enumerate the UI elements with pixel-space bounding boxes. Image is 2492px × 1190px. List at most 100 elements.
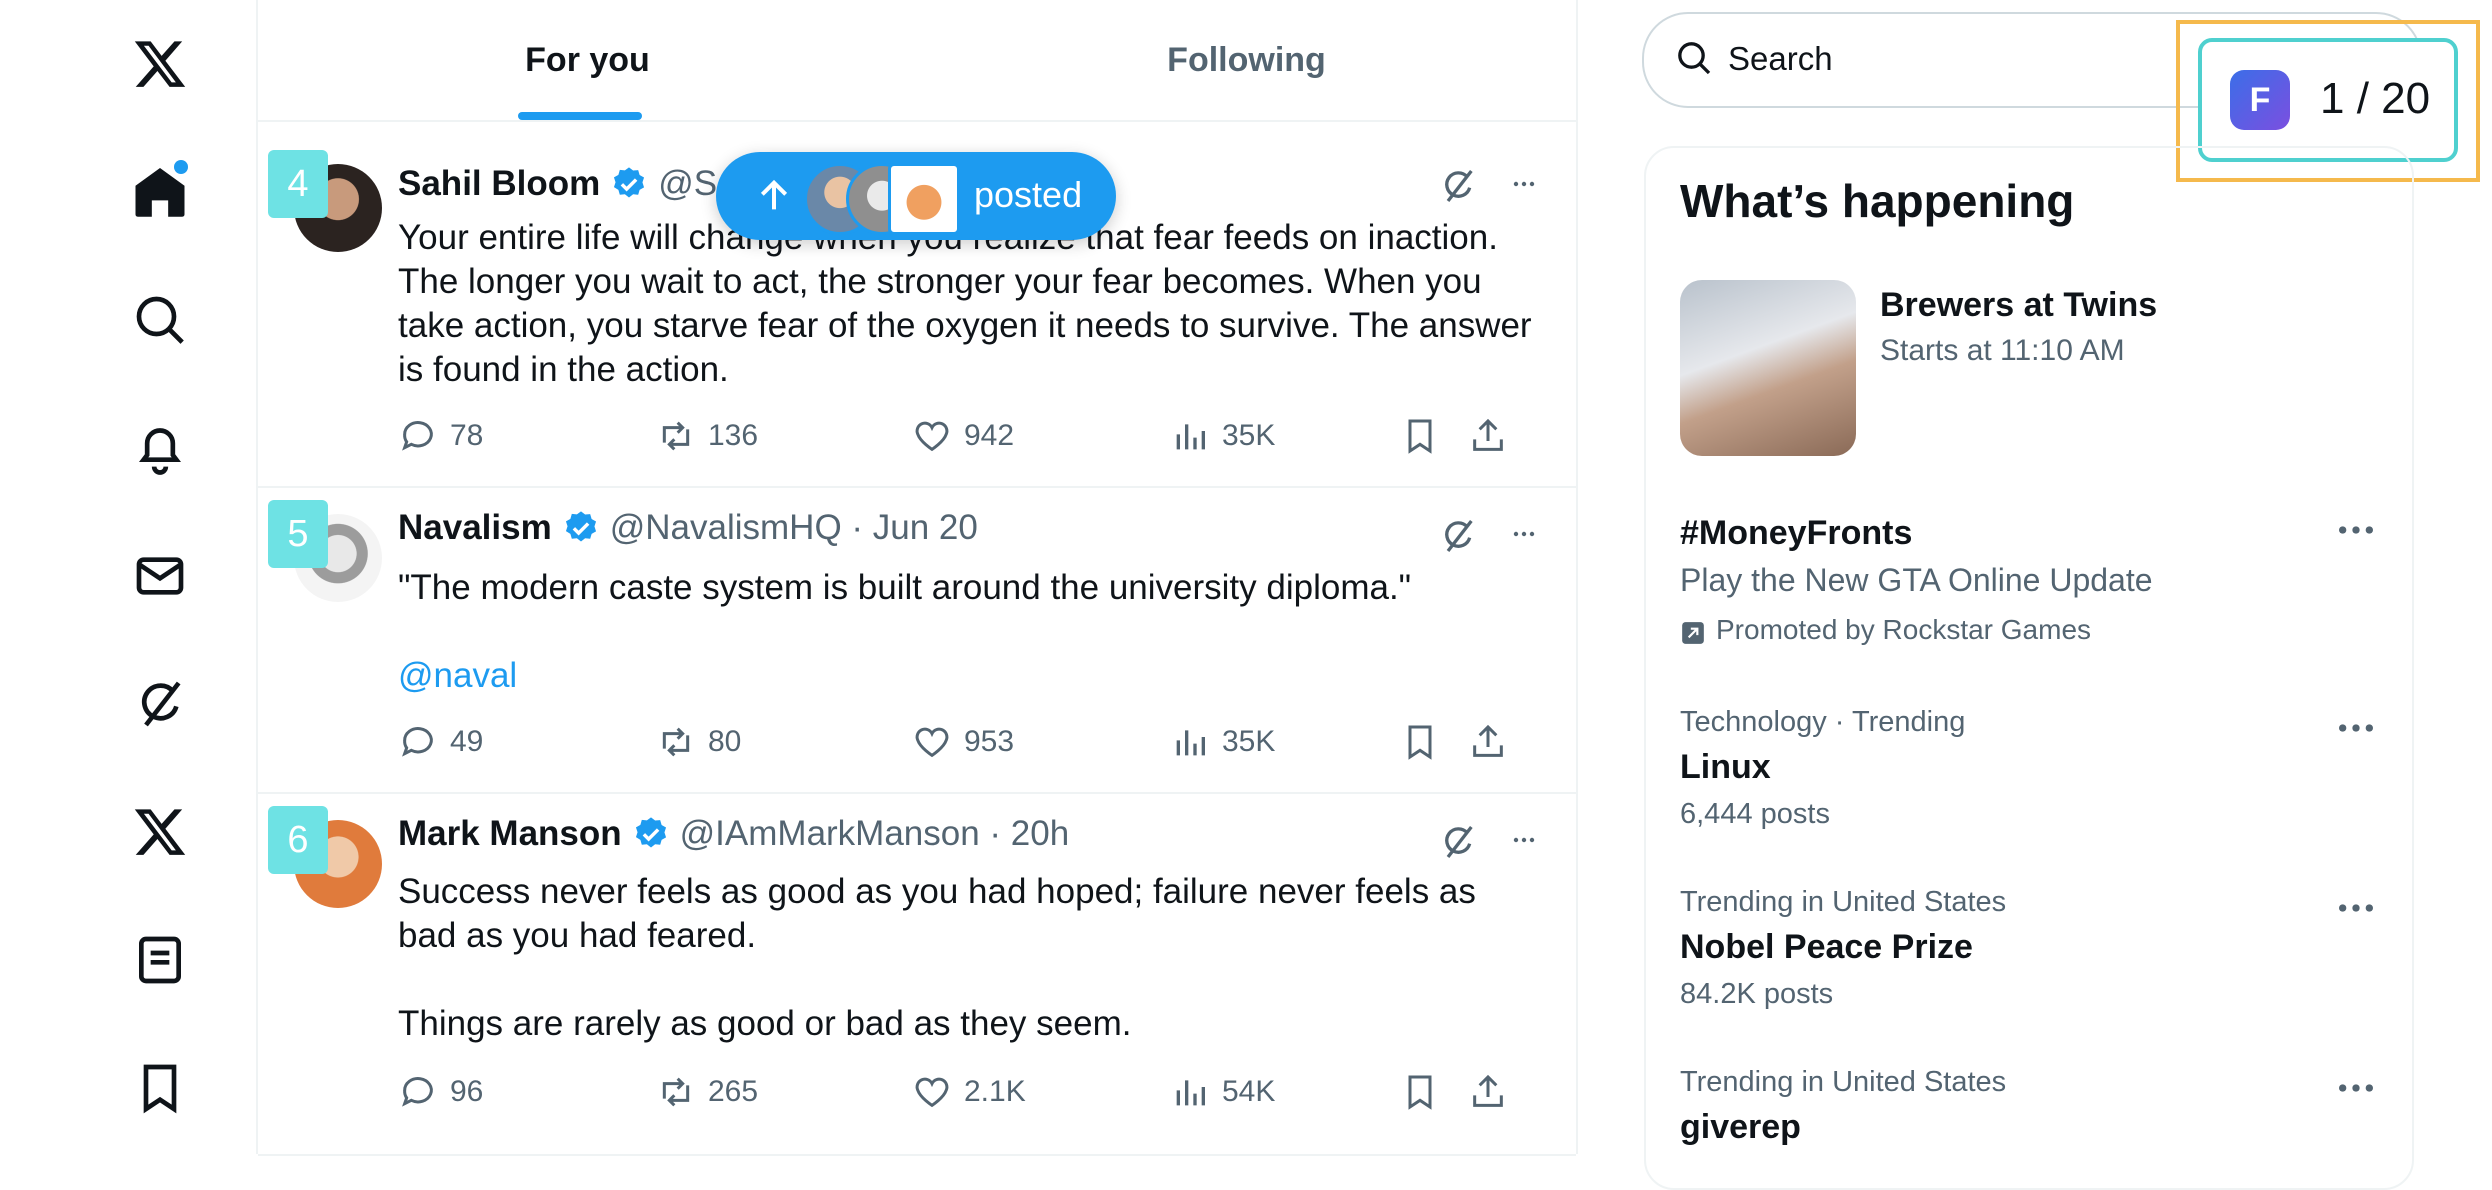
views-button[interactable]: 35K [1170,416,1275,456]
search-placeholder: Search [1728,40,1833,77]
repost-count: 136 [708,419,759,452]
whats-happening-panel: What’s happening Brewers at Twins Starts… [1644,146,2414,1190]
reply-count: 96 [450,1075,484,1108]
trend-title[interactable]: giverep [1680,1108,1801,1147]
reply-icon [402,421,433,451]
trend-meta: Trending in United States [1680,1066,2007,1098]
analytics-icon [1176,1080,1205,1106]
verified-badge-icon [614,167,645,198]
tweet-text: Success never feels as good as you had h… [398,872,1476,1043]
home-icon[interactable] [130,160,190,222]
panel-title: What’s happening [1680,175,2075,227]
promoted-by: Promoted by Rockstar Games [1716,614,2092,645]
left-navigation [0,0,258,1154]
verified-badge-icon [635,817,666,848]
heart-icon [915,727,949,758]
heart-icon [915,1077,949,1108]
share-icon [1473,724,1503,757]
view-count: 35K [1222,419,1276,452]
event-title[interactable]: Brewers at Twins [1880,286,2157,325]
tweet-actions: 78 136 942 35K [398,416,1538,466]
tweet-text: "The modern caste system is built around… [398,568,1412,607]
tab-following[interactable]: Following [917,0,1576,120]
more-options-icon[interactable] [2336,1078,2376,1098]
posted-label: posted [974,174,1083,215]
more-options-icon[interactable] [2336,718,2376,738]
event-image[interactable] [1680,280,1856,456]
reply-count: 78 [450,419,484,452]
share-icon [1473,1074,1503,1107]
repost-icon [662,1077,690,1107]
messages-envelope-icon[interactable] [130,546,190,606]
bookmarks-icon[interactable] [130,1058,190,1118]
notifications-bell-icon[interactable] [130,418,190,478]
view-count: 54K [1222,1075,1276,1108]
share-button[interactable] [1468,416,1508,456]
views-button[interactable]: 35K [1170,722,1275,762]
grok-explain-icon[interactable] [1438,166,1478,206]
bookmark-button[interactable] [1400,1072,1440,1112]
more-options-icon[interactable] [1504,522,1544,546]
reply-count: 49 [450,725,484,758]
trend-subtitle[interactable]: Play the New GTA Online Update [1680,562,2153,599]
lists-icon[interactable] [130,930,190,990]
repost-icon [662,421,690,451]
tweet[interactable]: 6 Mark Manson @IAmMarkManson · 20h Succe… [258,794,1576,1156]
bookmark-button[interactable] [1400,722,1440,762]
x-logo-icon[interactable] [130,34,190,94]
more-options-icon[interactable] [2336,520,2376,540]
tab-for-you-label: For you [525,40,650,79]
author-handle[interactable]: @NavalismHQ · Jun 20 [610,508,978,548]
reply-button[interactable]: 78 [398,416,483,456]
page-counter-widget[interactable]: F 1 / 20 [2198,38,2458,162]
new-posts-pill[interactable]: posted [716,152,1116,240]
share-button[interactable] [1468,722,1508,762]
repost-button[interactable]: 80 [656,722,741,762]
repost-button[interactable]: 136 [656,416,758,456]
like-count: 953 [964,725,1015,758]
premium-x-icon[interactable] [130,802,190,862]
trend-title[interactable]: #MoneyFronts [1680,514,1912,553]
tweet-text: Your entire life will change when you re… [398,218,1532,389]
grok-explain-icon[interactable] [1438,822,1478,862]
tweet[interactable]: 5 Navalism @NavalismHQ · Jun 20 "The mod… [258,488,1576,794]
tab-for-you[interactable]: For you [258,0,917,120]
reply-button[interactable]: 49 [398,722,483,762]
author-handle[interactable]: @IAmMarkManson · 20h [680,814,1070,854]
posted-avatar [888,163,960,235]
grok-explain-icon[interactable] [1438,516,1478,556]
trend-title[interactable]: Linux [1680,748,1771,787]
like-count: 2.1K [964,1075,1026,1108]
promoted-icon [1682,622,1704,644]
tweet-actions: 49 80 953 35K [398,722,1538,772]
like-button[interactable]: 2.1K [912,1072,1026,1112]
author-name[interactable]: Mark Manson [398,814,622,854]
author-name[interactable]: Sahil Bloom [398,164,600,204]
like-button[interactable]: 953 [912,722,1014,762]
grok-icon[interactable] [130,674,190,734]
reply-icon [402,727,433,757]
repost-count: 80 [708,725,742,758]
more-options-icon[interactable] [1504,828,1544,852]
tweet-header: Mark Manson @IAmMarkManson · 20h [398,814,1069,854]
reply-button[interactable]: 96 [398,1072,483,1112]
notification-dot [174,160,188,174]
tweet-index-badge: 6 [268,806,328,874]
explore-search-icon[interactable] [130,290,190,350]
like-button[interactable]: 942 [912,416,1014,456]
more-options-icon[interactable] [1504,172,1544,196]
repost-button[interactable]: 265 [656,1072,758,1112]
share-button[interactable] [1468,1072,1508,1112]
tweet-index-badge: 5 [268,500,328,568]
trend-post-count: 84.2K posts [1680,978,1834,1010]
author-name[interactable]: Navalism [398,508,552,548]
mention-link[interactable]: @naval [398,654,1538,698]
tweet-header: Navalism @NavalismHQ · Jun 20 [398,508,978,548]
bookmark-icon [1408,1075,1432,1110]
more-options-icon[interactable] [2336,898,2376,918]
trend-meta: Technology · Trending [1680,706,1966,738]
bookmark-button[interactable] [1400,416,1440,456]
analytics-icon [1176,424,1205,450]
trend-title[interactable]: Nobel Peace Prize [1680,928,1973,967]
views-button[interactable]: 54K [1170,1072,1275,1112]
